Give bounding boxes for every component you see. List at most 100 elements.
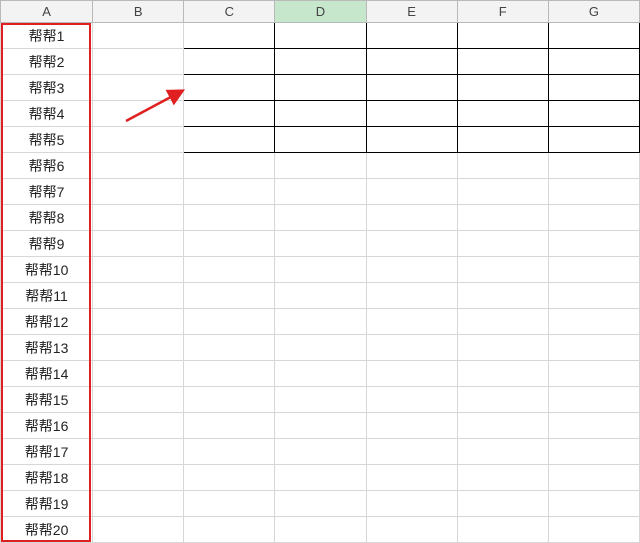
cell-F12[interactable] (457, 309, 548, 335)
cell-C15[interactable] (184, 387, 275, 413)
cell-D14[interactable] (275, 361, 366, 387)
cell-B9[interactable] (93, 231, 184, 257)
cell-F6[interactable] (457, 153, 548, 179)
cell-B8[interactable] (93, 205, 184, 231)
cell-G13[interactable] (548, 335, 639, 361)
cell-G10[interactable] (548, 257, 639, 283)
cell-E12[interactable] (366, 309, 457, 335)
col-header-G[interactable]: G (548, 1, 639, 23)
cell-E7[interactable] (366, 179, 457, 205)
cell-G1[interactable] (548, 23, 639, 49)
cell-G11[interactable] (548, 283, 639, 309)
cell-C3[interactable] (184, 75, 275, 101)
cell-F19[interactable] (457, 491, 548, 517)
cell-C8[interactable] (184, 205, 275, 231)
cell-C11[interactable] (184, 283, 275, 309)
cell-C10[interactable] (184, 257, 275, 283)
cell-A12[interactable]: 帮帮12 (1, 309, 93, 335)
cell-A19[interactable]: 帮帮19 (1, 491, 93, 517)
cell-B5[interactable] (93, 127, 184, 153)
cell-D18[interactable] (275, 465, 366, 491)
cell-C12[interactable] (184, 309, 275, 335)
cell-C6[interactable] (184, 153, 275, 179)
cell-C1[interactable] (184, 23, 275, 49)
cell-A8[interactable]: 帮帮8 (1, 205, 93, 231)
cell-D12[interactable] (275, 309, 366, 335)
cell-B12[interactable] (93, 309, 184, 335)
cell-B6[interactable] (93, 153, 184, 179)
cell-D20[interactable] (275, 517, 366, 543)
cell-B3[interactable] (93, 75, 184, 101)
cell-D1[interactable] (275, 23, 366, 49)
cell-C17[interactable] (184, 439, 275, 465)
cell-D8[interactable] (275, 205, 366, 231)
cell-E18[interactable] (366, 465, 457, 491)
cell-C19[interactable] (184, 491, 275, 517)
cell-F13[interactable] (457, 335, 548, 361)
cell-D11[interactable] (275, 283, 366, 309)
cell-E19[interactable] (366, 491, 457, 517)
cell-F18[interactable] (457, 465, 548, 491)
cell-G15[interactable] (548, 387, 639, 413)
cell-G16[interactable] (548, 413, 639, 439)
cell-G19[interactable] (548, 491, 639, 517)
cell-E3[interactable] (366, 75, 457, 101)
cell-B17[interactable] (93, 439, 184, 465)
cell-G6[interactable] (548, 153, 639, 179)
col-header-E[interactable]: E (366, 1, 457, 23)
cell-F8[interactable] (457, 205, 548, 231)
cell-D3[interactable] (275, 75, 366, 101)
cell-A14[interactable]: 帮帮14 (1, 361, 93, 387)
cell-G17[interactable] (548, 439, 639, 465)
cell-A15[interactable]: 帮帮15 (1, 387, 93, 413)
cell-F5[interactable] (457, 127, 548, 153)
cell-A20[interactable]: 帮帮20 (1, 517, 93, 543)
cell-G8[interactable] (548, 205, 639, 231)
col-header-F[interactable]: F (457, 1, 548, 23)
cell-F7[interactable] (457, 179, 548, 205)
cell-E1[interactable] (366, 23, 457, 49)
cell-B1[interactable] (93, 23, 184, 49)
cell-F10[interactable] (457, 257, 548, 283)
cell-A10[interactable]: 帮帮10 (1, 257, 93, 283)
grid-table[interactable]: A B C D E F G 帮帮1帮帮2帮帮3帮帮4帮帮5帮帮6帮帮7帮帮8帮帮… (0, 0, 640, 543)
cell-E2[interactable] (366, 49, 457, 75)
cell-F14[interactable] (457, 361, 548, 387)
cell-D10[interactable] (275, 257, 366, 283)
cell-A4[interactable]: 帮帮4 (1, 101, 93, 127)
cell-B20[interactable] (93, 517, 184, 543)
cell-F17[interactable] (457, 439, 548, 465)
cell-B7[interactable] (93, 179, 184, 205)
cell-E10[interactable] (366, 257, 457, 283)
cell-A18[interactable]: 帮帮18 (1, 465, 93, 491)
cell-F4[interactable] (457, 101, 548, 127)
cell-B18[interactable] (93, 465, 184, 491)
col-header-A[interactable]: A (1, 1, 93, 23)
cell-G3[interactable] (548, 75, 639, 101)
cell-F15[interactable] (457, 387, 548, 413)
cell-D4[interactable] (275, 101, 366, 127)
col-header-C[interactable]: C (184, 1, 275, 23)
cell-F3[interactable] (457, 75, 548, 101)
cell-A13[interactable]: 帮帮13 (1, 335, 93, 361)
cell-A7[interactable]: 帮帮7 (1, 179, 93, 205)
cell-B13[interactable] (93, 335, 184, 361)
cell-A5[interactable]: 帮帮5 (1, 127, 93, 153)
cell-C9[interactable] (184, 231, 275, 257)
cell-G2[interactable] (548, 49, 639, 75)
cell-B2[interactable] (93, 49, 184, 75)
cell-E4[interactable] (366, 101, 457, 127)
cell-D13[interactable] (275, 335, 366, 361)
cell-C7[interactable] (184, 179, 275, 205)
cell-G5[interactable] (548, 127, 639, 153)
cell-C13[interactable] (184, 335, 275, 361)
cell-B16[interactable] (93, 413, 184, 439)
cell-F11[interactable] (457, 283, 548, 309)
cell-D19[interactable] (275, 491, 366, 517)
cell-E14[interactable] (366, 361, 457, 387)
cell-B14[interactable] (93, 361, 184, 387)
cell-G14[interactable] (548, 361, 639, 387)
cell-C20[interactable] (184, 517, 275, 543)
cell-G4[interactable] (548, 101, 639, 127)
cell-A11[interactable]: 帮帮11 (1, 283, 93, 309)
